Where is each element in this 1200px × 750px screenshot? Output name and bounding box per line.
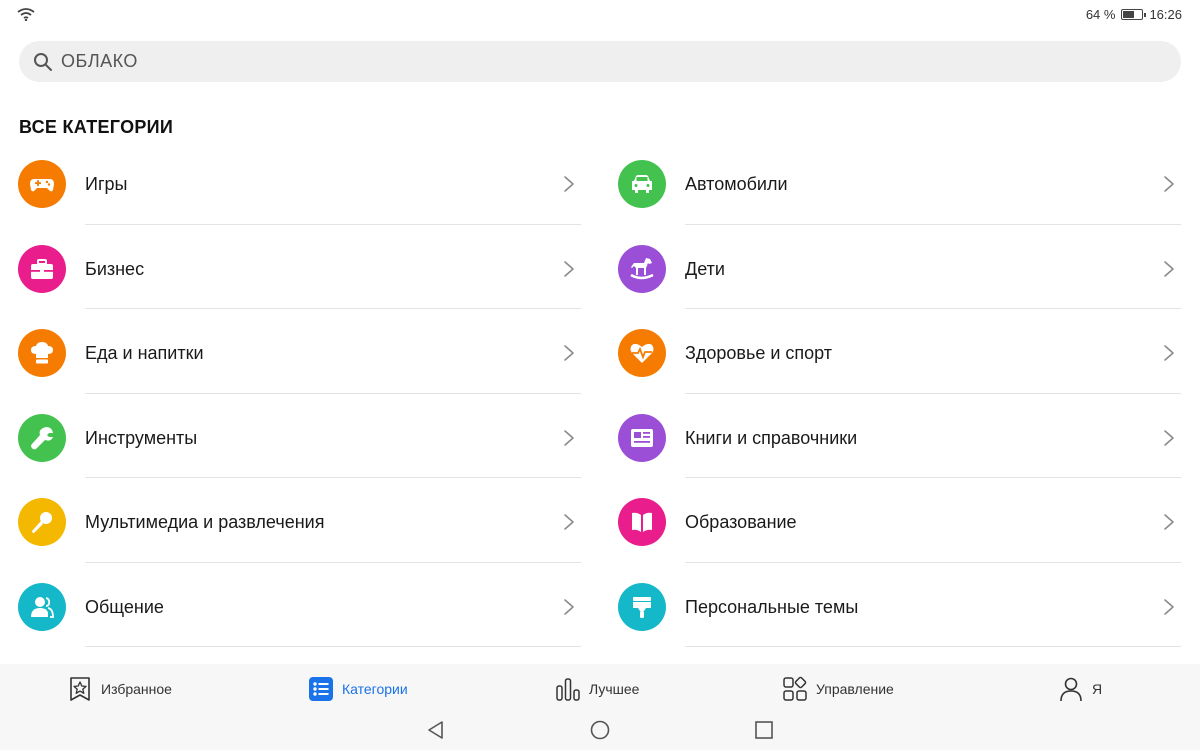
- category-label: Персональные темы: [685, 596, 859, 617]
- category-label: Мультимедиа и развлечения: [85, 512, 325, 532]
- microphone-icon: [18, 498, 66, 546]
- rocking-horse-icon: [618, 244, 666, 293]
- section-title: ВСЕ КАТЕГОРИИ: [19, 117, 174, 137]
- people-icon: [18, 582, 66, 631]
- chevron-right-icon: [1164, 429, 1174, 446]
- chevron-right-icon: [564, 345, 574, 361]
- category-label: Книги и справочники: [685, 427, 858, 448]
- category-item[interactable]: Мультимедиа и развлечения: [0, 478, 581, 563]
- chevron-right-icon: [564, 514, 574, 530]
- category-item[interactable]: Образование: [600, 478, 1181, 563]
- bar-chart-icon: [556, 678, 580, 701]
- search-placeholder: ОБЛАКО: [61, 51, 138, 71]
- heartbeat-icon: [618, 329, 666, 377]
- tab-best[interactable]: Лучшее: [555, 674, 639, 704]
- category-item[interactable]: Бизнес: [0, 225, 581, 309]
- category-label: Общение: [85, 596, 164, 617]
- chef-hat-icon: [18, 329, 66, 377]
- recents-icon[interactable]: [753, 719, 775, 741]
- tab-categories[interactable]: Категории: [308, 674, 408, 704]
- category-label: Дети: [685, 258, 725, 279]
- category-item[interactable]: Книги и справочники: [600, 394, 1181, 478]
- category-item[interactable]: Общение: [0, 563, 581, 647]
- chevron-right-icon: [1164, 260, 1174, 277]
- category-column-left: Игры Бизнес Еда и напитки Инструменты Мульти…: [0, 140, 581, 647]
- category-label: Автомобили: [685, 174, 788, 194]
- category-label: Образование: [685, 512, 797, 532]
- tab-me[interactable]: Я: [1058, 674, 1102, 704]
- tab-label: Лучшее: [589, 681, 640, 697]
- divider: [85, 646, 581, 647]
- category-label: Игры: [85, 174, 128, 194]
- wifi-icon: [17, 8, 35, 21]
- tab-label: Категории: [342, 681, 408, 697]
- person-icon: [1060, 677, 1082, 702]
- tab-label: Управление: [816, 681, 894, 697]
- category-item[interactable]: Здоровье и спорт: [600, 309, 1181, 394]
- category-label: Здоровье и спорт: [685, 343, 833, 363]
- category-item[interactable]: Автомобили: [600, 140, 1181, 225]
- tab-label: Я: [1092, 681, 1103, 697]
- clock: 16:26: [1149, 7, 1182, 22]
- category-item[interactable]: Игры: [0, 140, 581, 225]
- category-item[interactable]: Инструменты: [0, 394, 581, 478]
- category-item[interactable]: Еда и напитки: [0, 309, 581, 394]
- search-input[interactable]: ОБЛАКО: [19, 41, 1181, 82]
- search-icon: [34, 52, 52, 71]
- chevron-right-icon: [1164, 598, 1174, 615]
- tab-manage[interactable]: Управление: [782, 674, 894, 704]
- newspaper-icon: [618, 413, 666, 462]
- battery-icon: [1121, 9, 1147, 20]
- category-item[interactable]: Персональные темы: [600, 563, 1181, 647]
- briefcase-icon: [18, 244, 66, 293]
- tab-favorites[interactable]: Избранное: [67, 674, 172, 704]
- divider: [685, 646, 1181, 647]
- chevron-right-icon: [564, 260, 574, 277]
- chevron-right-icon: [1164, 345, 1174, 361]
- star-bookmark-icon: [70, 677, 90, 701]
- category-column-right: Автомобили Дети Здоровье и спорт Книги и сп…: [600, 140, 1181, 647]
- home-icon[interactable]: [589, 719, 611, 741]
- chevron-right-icon: [564, 176, 574, 192]
- gamepad-icon: [18, 160, 66, 208]
- book-icon: [618, 498, 666, 546]
- car-icon: [618, 160, 666, 208]
- category-label: Еда и напитки: [85, 343, 204, 363]
- bottom-navigation: Избранное Категории Лучшее Управление Я: [0, 664, 1200, 750]
- back-icon[interactable]: [425, 719, 447, 741]
- list-icon: [309, 677, 333, 701]
- tab-label: Избранное: [101, 681, 172, 697]
- battery-percent: 64 %: [1085, 7, 1116, 22]
- grid-apps-icon: [783, 676, 807, 701]
- chevron-right-icon: [1164, 176, 1174, 192]
- paint-brush-icon: [618, 582, 666, 631]
- chevron-right-icon: [564, 429, 574, 446]
- chevron-right-icon: [564, 598, 574, 615]
- chevron-right-icon: [1164, 514, 1174, 530]
- category-item[interactable]: Дети: [600, 225, 1181, 309]
- category-label: Инструменты: [85, 427, 198, 448]
- status-bar: 64 % 16:26: [0, 0, 1200, 28]
- wrench-icon: [18, 413, 66, 462]
- category-label: Бизнес: [85, 258, 145, 279]
